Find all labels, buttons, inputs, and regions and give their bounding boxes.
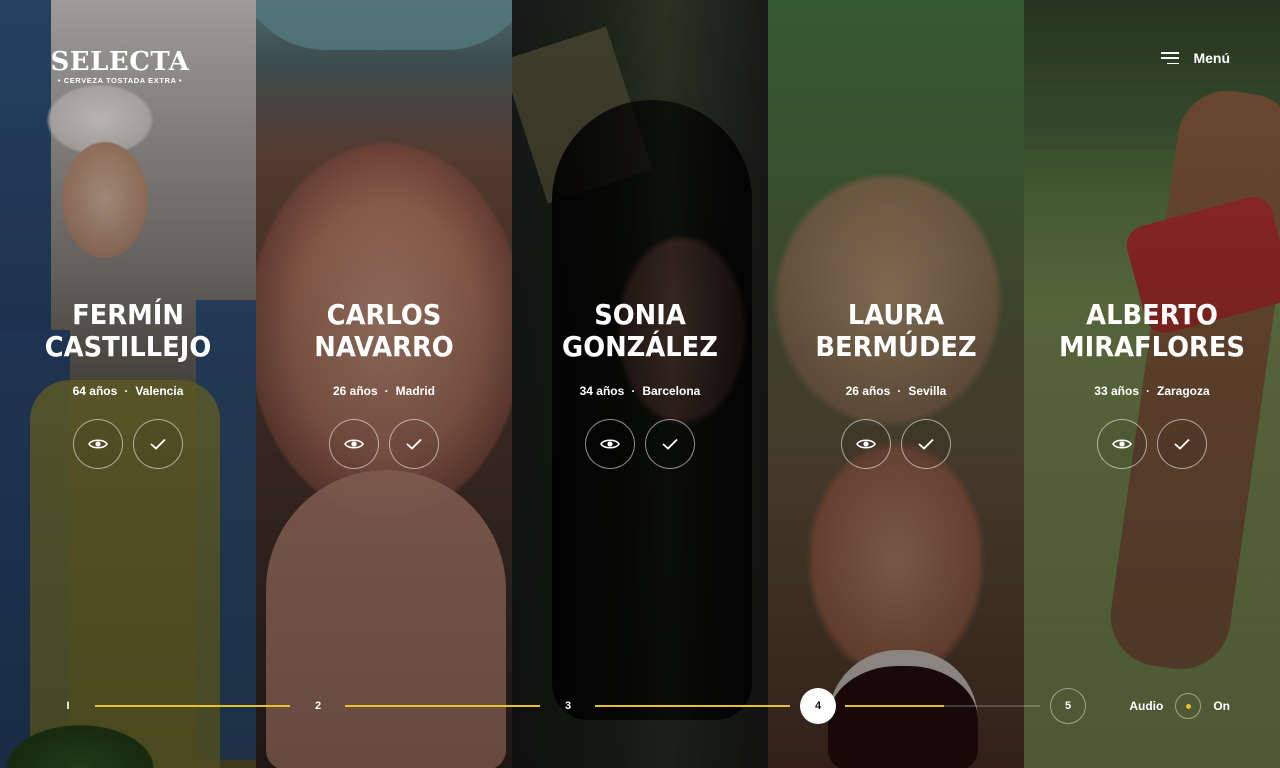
step-1[interactable]: I [50,688,86,724]
eye-icon [600,439,620,449]
audio-state: On [1213,699,1230,713]
check-icon [150,438,166,450]
profile-city: Barcelona [642,384,701,398]
profile-age: 26 años [845,384,891,398]
menu-label: Menú [1193,50,1230,66]
view-profile-button[interactable] [841,419,891,469]
profile-city: Zaragoza [1157,384,1210,398]
eye-icon [88,439,108,449]
step-progress: I 2 3 4 5 [0,688,1280,724]
profile-name: ALBERTO MIRAFLORES [1059,298,1245,363]
brand-name: SELECTA [50,47,190,77]
profile-name: CARLOS NAVARRO [314,298,454,363]
brand-tagline: • CERVEZA TOSTADA EXTRA • [57,76,183,85]
profile-name: SONIA GONZÁLEZ [562,298,718,363]
step-4[interactable]: 4 [800,688,836,724]
view-profile-button[interactable] [585,419,635,469]
profile-meta: 64 años · Valencia [72,384,184,398]
profile-age: 33 años [1094,384,1139,398]
progress-segment [345,705,540,707]
step-2[interactable]: 2 [300,688,336,724]
profile-name: LAURA BERMÚDEZ [815,298,977,363]
view-profile-button[interactable] [73,419,123,469]
eye-icon [856,439,876,449]
view-profile-button[interactable] [329,419,379,469]
profile-meta: 26 años · Madrid [332,384,436,398]
check-icon [406,438,422,450]
audio-label: Audio [1129,699,1164,713]
eye-icon [344,439,364,449]
profile-city: Sevilla [908,384,947,398]
select-profile-button[interactable] [901,419,951,469]
profile-name: FERMÍN CASTILLEJO [44,298,212,363]
profile-age: 26 años [332,384,378,398]
profile-city: Madrid [395,384,436,398]
profile-panel[interactable]: CARLOS NAVARRO 26 años · Madrid [256,0,512,768]
profile-age: 34 años [579,384,625,398]
progress-segment [595,705,790,707]
audio-indicator-icon [1185,703,1191,709]
profile-panel[interactable]: LAURA BERMÚDEZ 26 años · Sevilla [768,0,1024,768]
progress-segment [845,705,1040,707]
select-profile-button[interactable] [389,419,439,469]
check-icon [918,438,934,450]
profile-meta: 34 años · Barcelona [579,384,701,398]
brand-logo[interactable]: SELECTA • CERVEZA TOSTADA EXTRA • [50,48,190,85]
check-icon [662,438,678,450]
profile-meta: 33 años · Zaragoza [1094,384,1210,398]
progress-segment [95,705,290,707]
profile-meta: 26 años · Sevilla [845,384,947,398]
audio-toggle[interactable] [1175,693,1202,719]
profile-panel[interactable]: SONIA GONZÁLEZ 34 años · Barcelona [512,0,768,768]
check-icon [1174,438,1190,450]
step-5[interactable]: 5 [1050,688,1086,724]
audio-control: Audio On [1129,688,1230,724]
view-profile-button[interactable] [1097,419,1147,469]
eye-icon [1112,439,1132,449]
step-3[interactable]: 3 [550,688,586,724]
menu-button[interactable]: Menú [1161,50,1230,66]
profile-age: 64 años [72,384,118,398]
select-profile-button[interactable] [133,419,183,469]
hamburger-icon [1161,52,1180,64]
select-profile-button[interactable] [1157,419,1207,469]
profile-panel[interactable]: FERMÍN CASTILLEJO 64 años · Valencia [0,0,256,768]
profile-panel[interactable]: ALBERTO MIRAFLORES 33 años · Zaragoza [1024,0,1280,768]
select-profile-button[interactable] [645,419,695,469]
profiles-strip: FERMÍN CASTILLEJO 64 años · Valencia CAR… [0,0,1280,768]
profile-city: Valencia [135,384,184,398]
